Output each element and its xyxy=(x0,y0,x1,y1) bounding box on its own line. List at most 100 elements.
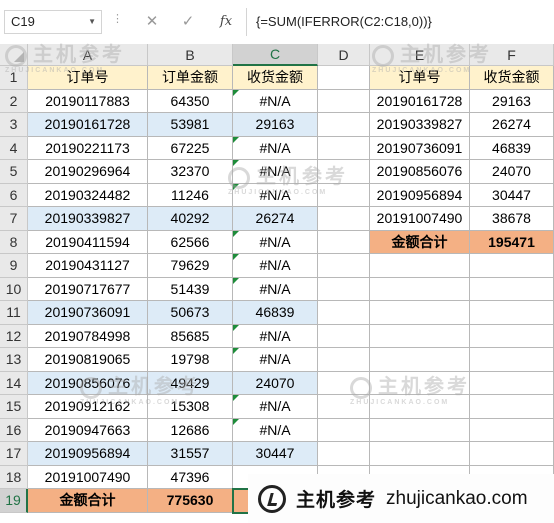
cell-f16[interactable] xyxy=(470,418,554,442)
cell-c10[interactable]: #N/A xyxy=(233,277,318,301)
cell-b14[interactable]: 49429 xyxy=(148,371,233,395)
cell-d16[interactable] xyxy=(318,418,370,442)
cell-e1[interactable]: 订单号 xyxy=(370,66,470,90)
cell-f6[interactable]: 30447 xyxy=(470,183,554,207)
cell-a1[interactable]: 订单号 xyxy=(28,66,148,90)
cell-e2[interactable]: 20190161728 xyxy=(370,89,470,113)
row-header-5[interactable]: 5 xyxy=(0,160,28,184)
cell-b15[interactable]: 15308 xyxy=(148,395,233,419)
cell-d3[interactable] xyxy=(318,113,370,137)
row-header-11[interactable]: 11 xyxy=(0,301,28,325)
cell-f10[interactable] xyxy=(470,277,554,301)
cell-a12[interactable]: 20190784998 xyxy=(28,324,148,348)
cell-a7[interactable]: 20190339827 xyxy=(28,207,148,231)
row-header-4[interactable]: 4 xyxy=(0,136,28,160)
cell-c13[interactable]: #N/A xyxy=(233,348,318,372)
enter-icon[interactable]: ✓ xyxy=(176,10,200,34)
cell-f5[interactable]: 24070 xyxy=(470,160,554,184)
cell-d6[interactable] xyxy=(318,183,370,207)
cell-e8[interactable]: 金额合计 xyxy=(370,230,470,254)
cell-e4[interactable]: 20190736091 xyxy=(370,136,470,160)
cell-a11[interactable]: 20190736091 xyxy=(28,301,148,325)
cell-e9[interactable] xyxy=(370,254,470,278)
cell-b18[interactable]: 47396 xyxy=(148,465,233,489)
cell-a6[interactable]: 20190324482 xyxy=(28,183,148,207)
cell-e13[interactable] xyxy=(370,348,470,372)
cell-f3[interactable]: 26274 xyxy=(470,113,554,137)
cell-e12[interactable] xyxy=(370,324,470,348)
cell-d17[interactable] xyxy=(318,442,370,466)
cell-f11[interactable] xyxy=(470,301,554,325)
cell-d2[interactable] xyxy=(318,89,370,113)
cell-b8[interactable]: 62566 xyxy=(148,230,233,254)
chevron-down-icon[interactable]: ▼ xyxy=(88,11,96,33)
cell-a8[interactable]: 20190411594 xyxy=(28,230,148,254)
cell-c14[interactable]: 24070 xyxy=(233,371,318,395)
row-header-7[interactable]: 7 xyxy=(0,207,28,231)
cell-a5[interactable]: 20190296964 xyxy=(28,160,148,184)
row-header-12[interactable]: 12 xyxy=(0,324,28,348)
cell-b4[interactable]: 67225 xyxy=(148,136,233,160)
row-header-10[interactable]: 10 xyxy=(0,277,28,301)
cell-e17[interactable] xyxy=(370,442,470,466)
cell-a18[interactable]: 20191007490 xyxy=(28,465,148,489)
cell-c15[interactable]: #N/A xyxy=(233,395,318,419)
cell-c8[interactable]: #N/A xyxy=(233,230,318,254)
cell-a9[interactable]: 20190431127 xyxy=(28,254,148,278)
cell-e14[interactable] xyxy=(370,371,470,395)
row-header-3[interactable]: 3 xyxy=(0,113,28,137)
cell-d12[interactable] xyxy=(318,324,370,348)
row-header-19[interactable]: 19 xyxy=(0,489,28,513)
cell-b13[interactable]: 19798 xyxy=(148,348,233,372)
cell-b17[interactable]: 31557 xyxy=(148,442,233,466)
cell-c6[interactable]: #N/A xyxy=(233,183,318,207)
cell-c11[interactable]: 46839 xyxy=(233,301,318,325)
cell-c1[interactable]: 收货金额 xyxy=(233,66,318,90)
cell-d7[interactable] xyxy=(318,207,370,231)
row-header-18[interactable]: 18 xyxy=(0,465,28,489)
cell-f9[interactable] xyxy=(470,254,554,278)
cell-f14[interactable] xyxy=(470,371,554,395)
cell-b11[interactable]: 50673 xyxy=(148,301,233,325)
cell-a3[interactable]: 20190161728 xyxy=(28,113,148,137)
cell-e10[interactable] xyxy=(370,277,470,301)
cell-f4[interactable]: 46839 xyxy=(470,136,554,160)
cell-c7[interactable]: 26274 xyxy=(233,207,318,231)
cell-d5[interactable] xyxy=(318,160,370,184)
formula-bar-grip-icon[interactable]: ⋮ xyxy=(112,12,124,25)
cell-f1[interactable]: 收货金额 xyxy=(470,66,554,90)
cell-a4[interactable]: 20190221173 xyxy=(28,136,148,160)
cell-a2[interactable]: 20190117883 xyxy=(28,89,148,113)
cell-d1[interactable] xyxy=(318,66,370,90)
cell-f17[interactable] xyxy=(470,442,554,466)
cell-c4[interactable]: #N/A xyxy=(233,136,318,160)
row-header-8[interactable]: 8 xyxy=(0,230,28,254)
cell-c17[interactable]: 30447 xyxy=(233,442,318,466)
row-header-9[interactable]: 9 xyxy=(0,254,28,278)
row-header-13[interactable]: 13 xyxy=(0,348,28,372)
row-header-6[interactable]: 6 xyxy=(0,183,28,207)
row-header-16[interactable]: 16 xyxy=(0,418,28,442)
row-header-15[interactable]: 15 xyxy=(0,395,28,419)
cell-d10[interactable] xyxy=(318,277,370,301)
cell-d8[interactable] xyxy=(318,230,370,254)
cell-b10[interactable]: 51439 xyxy=(148,277,233,301)
select-all-button[interactable] xyxy=(0,44,28,66)
cell-c12[interactable]: #N/A xyxy=(233,324,318,348)
row-header-2[interactable]: 2 xyxy=(0,89,28,113)
cell-a16[interactable]: 20190947663 xyxy=(28,418,148,442)
cell-c2[interactable]: #N/A xyxy=(233,89,318,113)
row-header-14[interactable]: 14 xyxy=(0,371,28,395)
cell-b19[interactable]: 775630 xyxy=(148,489,233,513)
cell-e7[interactable]: 20191007490 xyxy=(370,207,470,231)
cancel-icon[interactable]: ✕ xyxy=(140,10,164,34)
formula-input[interactable]: {=SUM(IFERROR(C2:C18,0))} xyxy=(256,10,432,34)
column-header-c[interactable]: C xyxy=(233,44,318,66)
cell-a19[interactable]: 金额合计 xyxy=(28,489,148,513)
cell-d11[interactable] xyxy=(318,301,370,325)
cell-a15[interactable]: 20190912162 xyxy=(28,395,148,419)
cell-b16[interactable]: 12686 xyxy=(148,418,233,442)
cell-d14[interactable] xyxy=(318,371,370,395)
cell-e11[interactable] xyxy=(370,301,470,325)
cell-b3[interactable]: 53981 xyxy=(148,113,233,137)
